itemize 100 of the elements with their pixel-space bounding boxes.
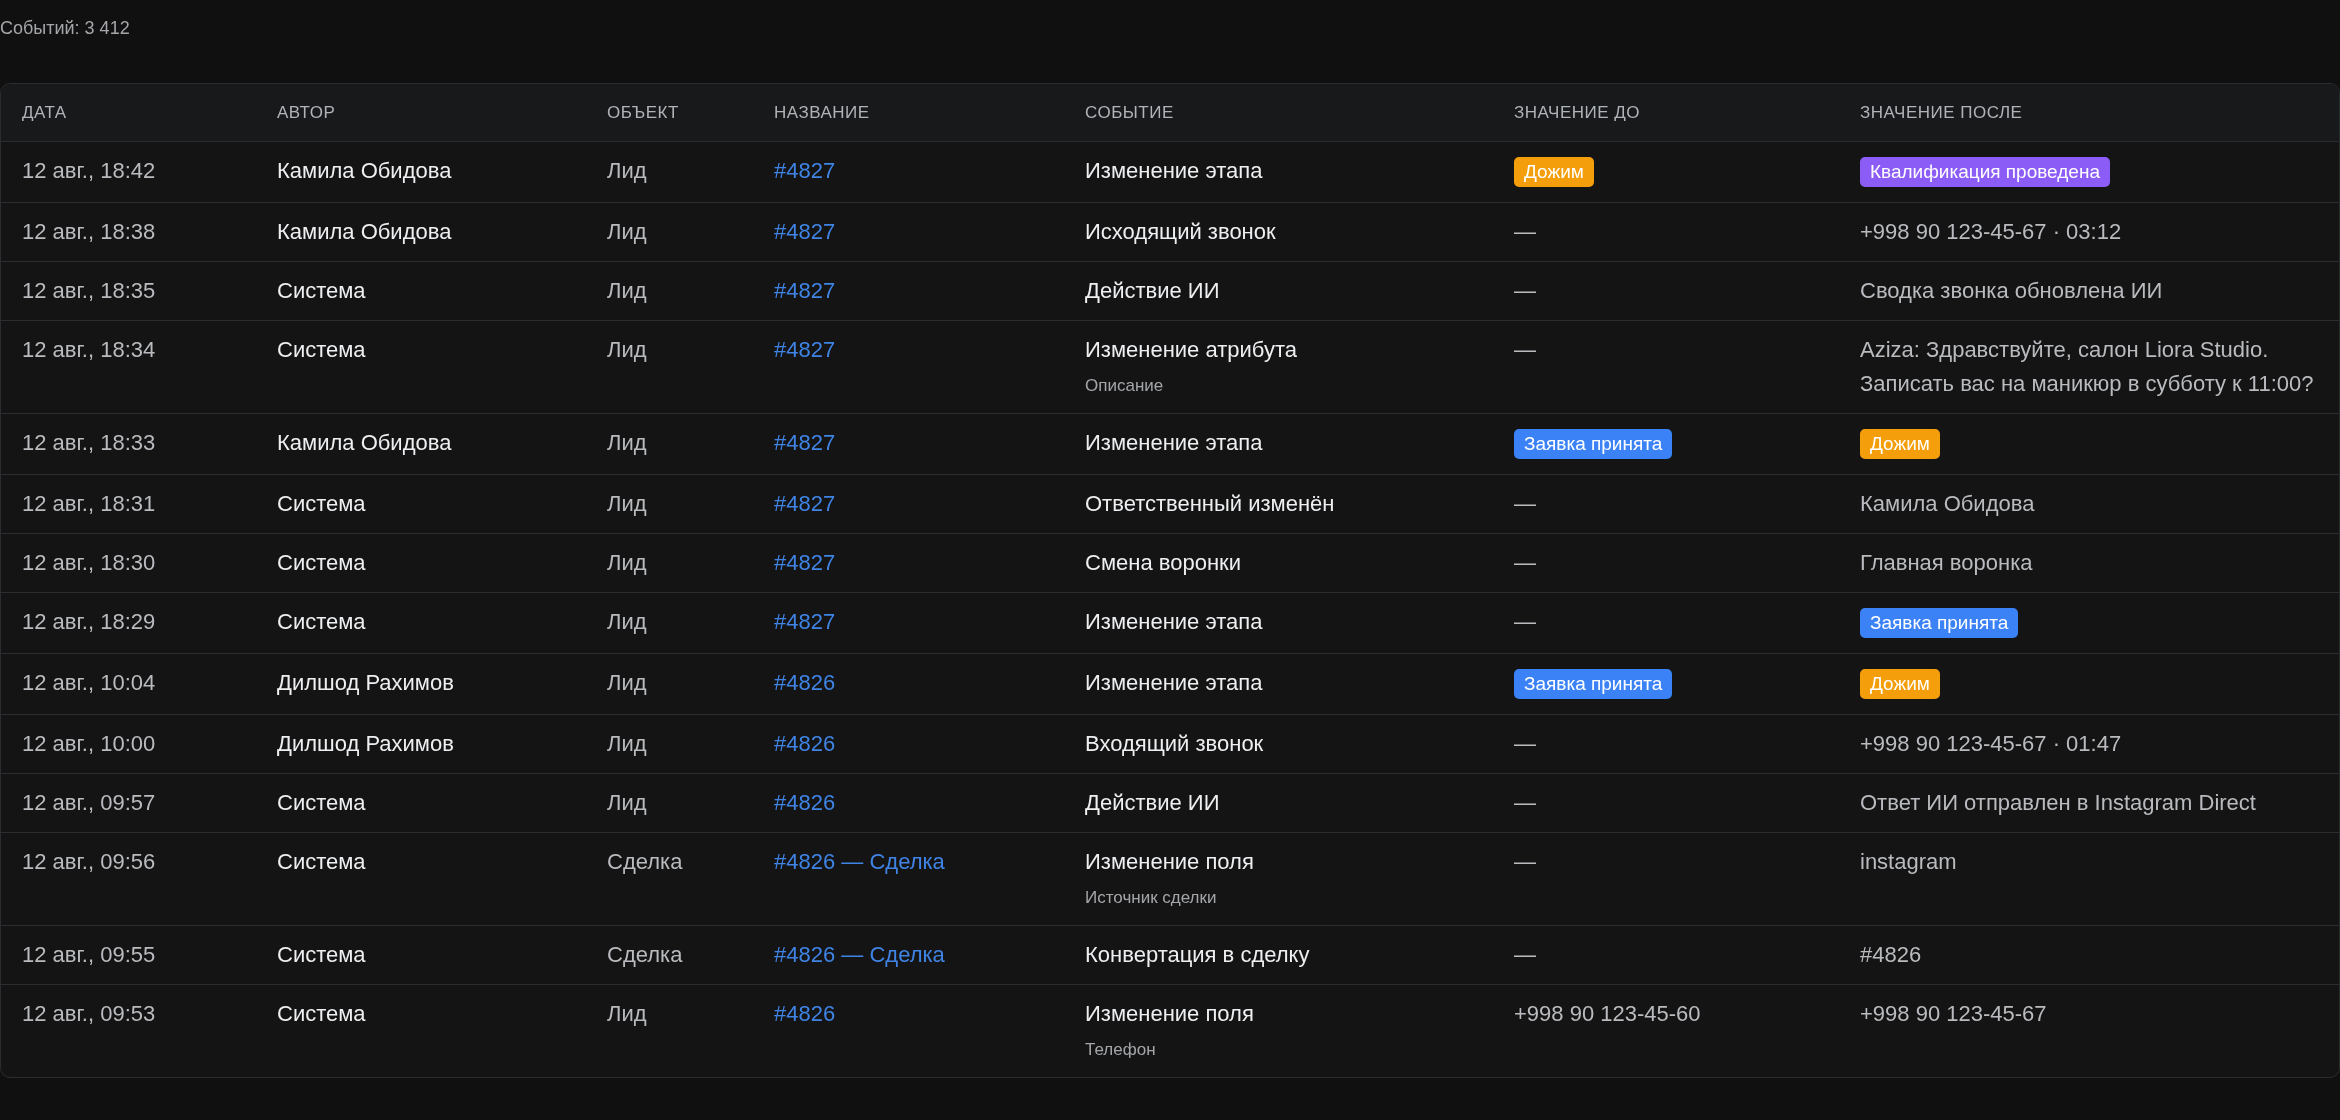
author-name: Система xyxy=(277,491,366,516)
event-label: Конвертация в сделку xyxy=(1085,942,1310,967)
object-type: Лид xyxy=(607,670,647,695)
stage-badge: Заявка принята xyxy=(1514,669,1673,699)
event-label: Изменение этапа xyxy=(1085,609,1263,634)
event-label: Действие ИИ xyxy=(1085,790,1220,815)
value-text: #4826 xyxy=(1860,941,1922,969)
value-text: Сводка звонка обновлена ИИ xyxy=(1860,277,2163,305)
date-text: 12 авг., 10:04 xyxy=(22,670,156,695)
value-text: instagram xyxy=(1860,848,1957,876)
event-detail: Источник сделки xyxy=(1085,888,1217,907)
stage-badge: Заявка принята xyxy=(1514,429,1673,459)
object-type: Лид xyxy=(607,278,647,303)
event-label: Действие ИИ xyxy=(1085,278,1220,303)
author-name: Камила Обидова xyxy=(277,219,452,244)
object-type: Лид xyxy=(607,430,647,455)
object-type: Лид xyxy=(607,731,647,756)
value-text: — xyxy=(1514,490,1536,518)
value-text: — xyxy=(1514,218,1536,246)
event-label: Изменение этапа xyxy=(1085,158,1263,183)
author-name: Дилшод Рахимов xyxy=(277,731,454,756)
object-type: Лид xyxy=(607,491,647,516)
record-link[interactable]: #4827 xyxy=(774,158,836,183)
value-text: +998 90 123-45-67 · 01:47 xyxy=(1860,730,2122,758)
stage-badge: Заявка принята xyxy=(1860,608,2019,638)
stage-badge: Дожим xyxy=(1860,429,1940,459)
date-text: 12 авг., 10:00 xyxy=(22,731,156,756)
date-text: 12 авг., 18:34 xyxy=(22,337,156,362)
column-header: ЗНАЧЕНИЕ ПОСЛЕ xyxy=(1860,102,2023,122)
record-link[interactable]: #4827 xyxy=(774,430,836,455)
record-link[interactable]: #4826 xyxy=(774,1001,836,1026)
value-text: Камила Обидова xyxy=(1860,490,2035,518)
date-text: 12 авг., 18:38 xyxy=(22,219,156,244)
record-link[interactable]: #4827 xyxy=(774,609,836,634)
author-name: Система xyxy=(277,942,366,967)
event-label: Исходящий звонок xyxy=(1085,219,1276,244)
value-text: — xyxy=(1514,730,1536,758)
object-type: Лид xyxy=(607,790,647,815)
record-link[interactable]: #4827 xyxy=(774,219,836,244)
object-type: Лид xyxy=(607,219,647,244)
object-type: Сделка xyxy=(607,849,683,874)
event-label: Изменение поля xyxy=(1085,849,1254,874)
value-text: +998 90 123-45-60 xyxy=(1514,1000,1701,1028)
record-link[interactable]: #4826 xyxy=(774,731,836,756)
date-text: 12 авг., 18:30 xyxy=(22,550,156,575)
record-link[interactable]: #4827 xyxy=(774,491,836,516)
date-text: 12 авг., 18:33 xyxy=(22,430,156,455)
stage-badge: Дожим xyxy=(1514,157,1594,187)
date-text: 12 авг., 09:56 xyxy=(22,849,156,874)
object-type: Лид xyxy=(607,550,647,575)
record-link[interactable]: #4826 — Сделка xyxy=(774,849,945,874)
value-text: Ответ ИИ отправлен в Instagram Direct xyxy=(1860,789,2256,817)
event-label: Ответственный изменён xyxy=(1085,491,1335,516)
value-text: — xyxy=(1514,336,1536,364)
value-text: Aziza: Здравствуйте, салон Liora Studio. Записать вас на маникюр в субботу к 11:00? xyxy=(1860,336,2315,398)
record-link[interactable]: #4827 xyxy=(774,550,836,575)
value-text: — xyxy=(1514,941,1536,969)
record-link[interactable]: #4827 xyxy=(774,278,836,303)
value-text: — xyxy=(1514,789,1536,817)
event-label: Изменение этапа xyxy=(1085,430,1263,455)
column-header: ДАТА xyxy=(22,102,67,122)
value-text: — xyxy=(1514,608,1536,636)
author-name: Система xyxy=(277,849,366,874)
object-type: Лид xyxy=(607,337,647,362)
object-type: Лид xyxy=(607,1001,647,1026)
record-link[interactable]: #4826 xyxy=(774,670,836,695)
object-type: Лид xyxy=(607,158,647,183)
event-detail: Описание xyxy=(1085,376,1164,395)
column-header: СОБЫТИЕ xyxy=(1085,102,1174,122)
author-name: Система xyxy=(277,550,366,575)
column-header: НАЗВАНИЕ xyxy=(774,102,870,122)
record-link[interactable]: #4826 xyxy=(774,790,836,815)
value-text: +998 90 123-45-67 · 03:12 xyxy=(1860,218,2122,246)
value-text: — xyxy=(1514,848,1536,876)
author-name: Система xyxy=(277,1001,366,1026)
date-text: 12 авг., 18:35 xyxy=(22,278,156,303)
column-header: ЗНАЧЕНИЕ ДО xyxy=(1514,102,1641,122)
event-count: Событий: 3 412 xyxy=(0,18,130,38)
date-text: 12 авг., 18:31 xyxy=(22,491,156,516)
author-name: Камила Обидова xyxy=(277,158,452,183)
object-type: Лид xyxy=(607,609,647,634)
value-text: Главная воронка xyxy=(1860,549,2033,577)
column-header: ОБЪЕКТ xyxy=(607,102,679,122)
author-name: Система xyxy=(277,278,366,303)
value-text: — xyxy=(1514,277,1536,305)
event-detail: Телефон xyxy=(1085,1040,1156,1059)
event-label: Входящий звонок xyxy=(1085,731,1264,756)
stage-badge: Дожим xyxy=(1860,669,1940,699)
author-name: Система xyxy=(277,609,366,634)
column-header: АВТОР xyxy=(277,102,336,122)
author-name: Дилшод Рахимов xyxy=(277,670,454,695)
record-link[interactable]: #4826 — Сделка xyxy=(774,942,945,967)
stage-badge: Квалификация проведена xyxy=(1860,157,2110,187)
date-text: 12 авг., 09:55 xyxy=(22,942,156,967)
value-text: +998 90 123-45-67 xyxy=(1860,1000,2047,1028)
event-label: Изменение поля xyxy=(1085,1001,1254,1026)
event-label: Изменение этапа xyxy=(1085,670,1263,695)
record-link[interactable]: #4827 xyxy=(774,337,836,362)
date-text: 12 авг., 18:29 xyxy=(22,609,156,634)
date-text: 12 авг., 09:57 xyxy=(22,790,156,815)
